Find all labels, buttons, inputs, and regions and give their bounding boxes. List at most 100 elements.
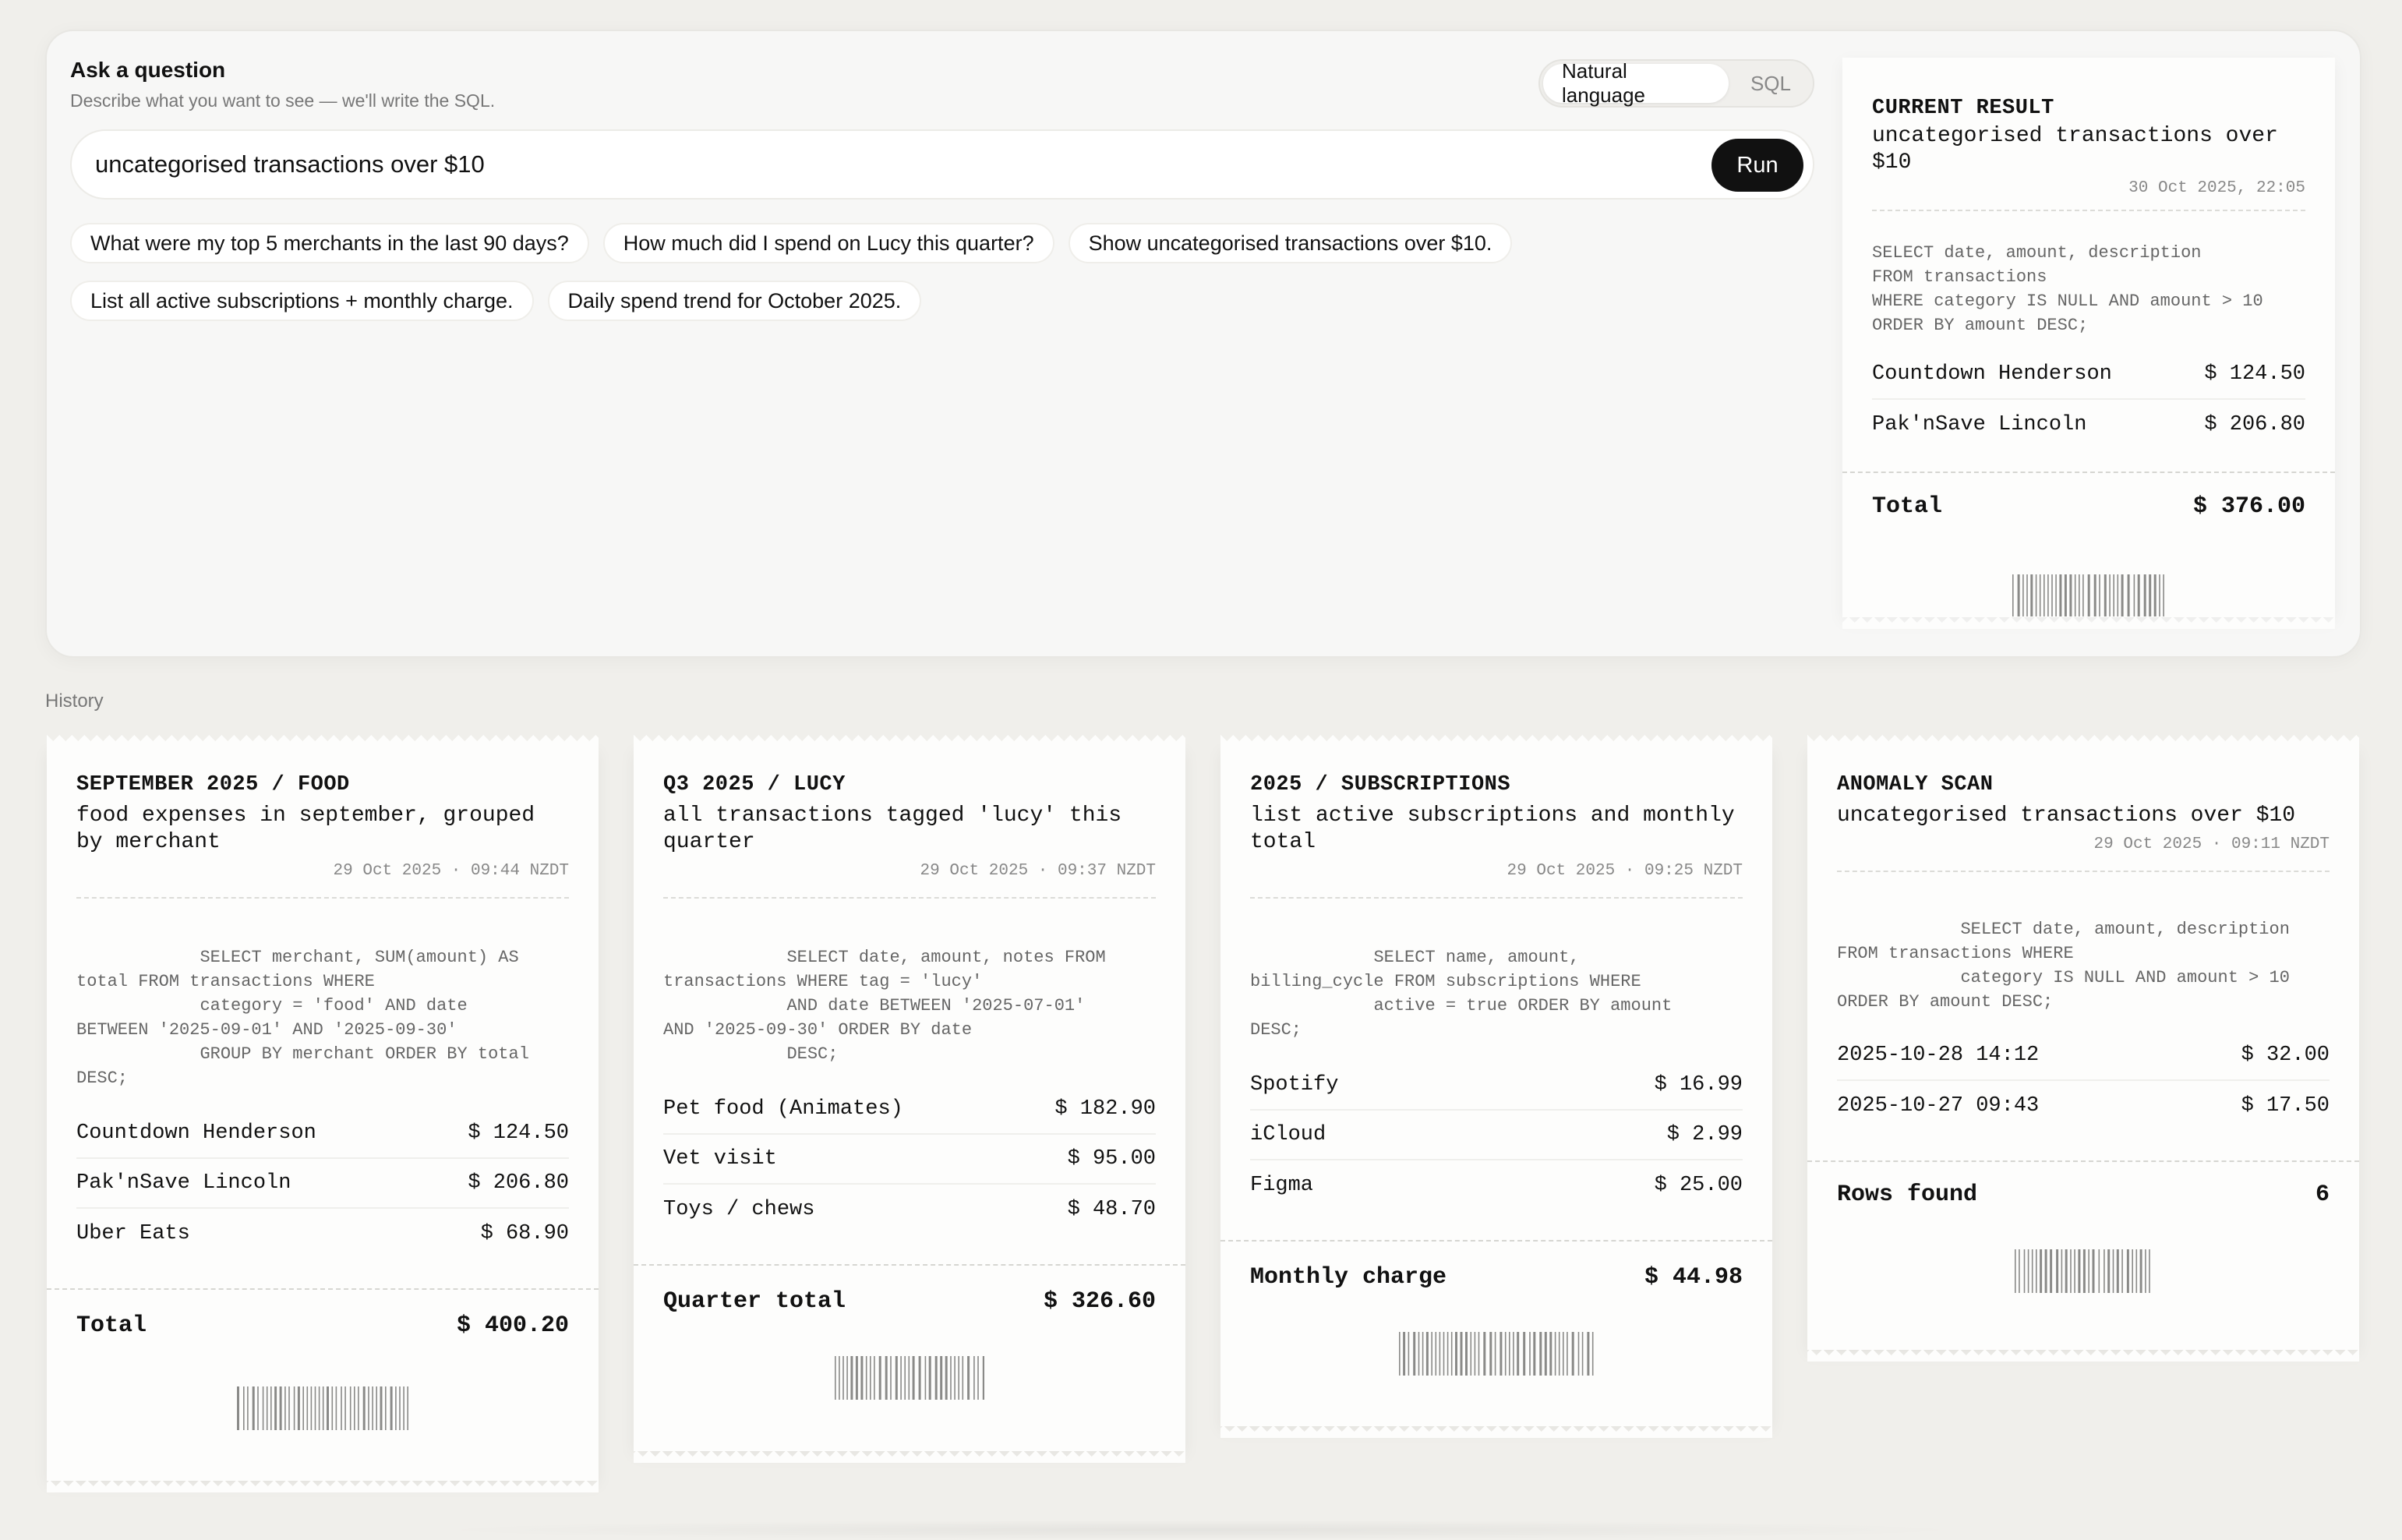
receipt-rows: Countdown Henderson $ 124.50 Pak'nSave L… xyxy=(76,1109,569,1259)
receipt-total: Quarter total $ 326.60 xyxy=(634,1266,1185,1337)
row-label: Uber Eats xyxy=(76,1222,190,1245)
receipt-rows: 2025-10-28 14:12 $ 32.00 2025-10-27 09:4… xyxy=(1837,1031,2330,1131)
receipt-rows: Spotify $ 16.99 iCloud $ 2.99 Figma $ 25… xyxy=(1250,1061,1743,1210)
row-amount: $ 206.80 xyxy=(2204,413,2305,436)
row-amount: $ 25.00 xyxy=(1654,1174,1743,1197)
row-amount: $ 95.00 xyxy=(1067,1147,1156,1171)
total-value: $ 44.98 xyxy=(1644,1264,1743,1291)
total-value: 6 xyxy=(2315,1181,2330,1208)
receipt-row: Countdown Henderson $ 124.50 xyxy=(1872,350,2305,400)
row-label: Countdown Henderson xyxy=(76,1121,316,1145)
row-amount: $ 206.80 xyxy=(468,1171,569,1195)
receipt-row: Countdown Henderson $ 124.50 xyxy=(76,1109,569,1159)
receipt-sql: SELECT date, amount, notes FROM transact… xyxy=(663,948,1106,1064)
row-amount: $ 17.50 xyxy=(2241,1094,2330,1118)
row-amount: $ 32.00 xyxy=(2241,1044,2330,1067)
receipt-row: 2025-10-27 09:43 $ 17.50 xyxy=(1837,1081,2330,1131)
receipt-row: Pet food (Animates) $ 182.90 xyxy=(663,1085,1156,1135)
suggestion-chip[interactable]: Daily spend trend for October 2025. xyxy=(547,281,922,321)
history-receipt[interactable]: 2025 / SUBSCRIPTIONS list active subscri… xyxy=(1220,735,1772,1426)
total-value: $ 400.20 xyxy=(456,1312,569,1339)
row-label: Countdown Henderson xyxy=(1872,362,2112,386)
receipt-rows: Pet food (Animates) $ 182.90 Vet visit $… xyxy=(663,1085,1156,1234)
page-shadow xyxy=(421,1520,1980,1540)
barcode-icon xyxy=(1807,1249,2359,1293)
receipt-title: uncategorised transactions over $10 xyxy=(1872,124,2278,175)
row-label: 2025-10-28 14:12 xyxy=(1837,1044,2040,1067)
receipt-title: uncategorised transactions over $10 xyxy=(1837,804,2296,828)
total-label: Total xyxy=(76,1312,147,1339)
receipt-row: Uber Eats $ 68.90 xyxy=(76,1209,569,1259)
row-label: 2025-10-27 09:43 xyxy=(1837,1094,2040,1118)
receipt-total: Monthly charge $ 44.98 xyxy=(1220,1242,1772,1313)
receipt-rows: Countdown Henderson $ 124.50 Pak'nSave L… xyxy=(1872,350,2305,450)
receipt-title: food expenses in september, grouped by m… xyxy=(76,804,535,854)
barcode-icon xyxy=(634,1356,1185,1400)
row-label: Toys / chews xyxy=(663,1198,815,1221)
barcode-icon xyxy=(47,1386,599,1430)
receipt-total: Total $ 376.00 xyxy=(1842,473,2335,540)
receipt-row: Vet visit $ 95.00 xyxy=(663,1135,1156,1185)
row-label: Pak'nSave Lincoln xyxy=(76,1171,291,1195)
row-label: Pet food (Animates) xyxy=(663,1097,903,1121)
suggestion-chip[interactable]: Show uncategorised transactions over $10… xyxy=(1068,223,1513,263)
history-receipt[interactable]: SEPTEMBER 2025 / FOOD food expenses in s… xyxy=(47,735,599,1481)
barcode-icon xyxy=(1842,574,2335,616)
row-amount: $ 48.70 xyxy=(1067,1198,1156,1221)
total-value: $ 326.60 xyxy=(1043,1288,1156,1315)
query-input[interactable]: uncategorised transactions over $10 Run xyxy=(70,129,1814,200)
receipt-kicker: CURRENT RESULT xyxy=(1872,97,2054,120)
receipt-timestamp: 30 Oct 2025, 22:05 xyxy=(2128,179,2305,197)
receipt-divider xyxy=(76,897,569,899)
run-button[interactable]: Run xyxy=(1711,139,1803,192)
total-value: $ 376.00 xyxy=(2192,493,2305,520)
history-label: History xyxy=(45,691,104,712)
row-amount: $ 16.99 xyxy=(1654,1073,1743,1097)
suggestion-chip[interactable]: What were my top 5 merchants in the last… xyxy=(70,223,589,263)
receipt-row: Spotify $ 16.99 xyxy=(1250,1061,1743,1111)
receipt-sql: SELECT merchant, SUM(amount) AS total FR… xyxy=(76,948,529,1088)
suggestion-chip[interactable]: List all active subscriptions + monthly … xyxy=(70,281,534,321)
total-label: Monthly charge xyxy=(1250,1264,1447,1291)
receipt-divider xyxy=(663,897,1156,899)
row-label: Spotify xyxy=(1250,1073,1339,1097)
row-label: iCloud xyxy=(1250,1123,1326,1146)
mode-sql[interactable]: SQL xyxy=(1732,64,1810,103)
row-amount: $ 182.90 xyxy=(1054,1097,1156,1121)
receipt-sql: SELECT date, amount, description FROM tr… xyxy=(1837,920,2290,1012)
receipt-row: Figma $ 25.00 xyxy=(1250,1160,1743,1210)
receipt-sql: SELECT date, amount, description FROM tr… xyxy=(1872,243,2263,335)
receipt-timestamp: 29 Oct 2025 · 09:37 NZDT xyxy=(920,862,1156,880)
receipt-row: 2025-10-28 14:12 $ 32.00 xyxy=(1837,1031,2330,1081)
receipt-total: Total $ 400.20 xyxy=(47,1290,599,1362)
barcode-icon xyxy=(1220,1332,1772,1376)
receipt-timestamp: 29 Oct 2025 · 09:44 NZDT xyxy=(333,862,569,880)
receipt-sql: SELECT name, amount, billing_cycle FROM … xyxy=(1250,948,1673,1040)
total-label: Quarter total xyxy=(663,1288,846,1315)
suggestion-chips: What were my top 5 merchants in the last… xyxy=(70,223,1816,338)
receipt-kicker: Q3 2025 / LUCY xyxy=(663,773,846,796)
ask-subtitle: Describe what you want to see — we'll wr… xyxy=(70,90,496,111)
row-amount: $ 124.50 xyxy=(2204,362,2305,386)
receipt-row: Pak'nSave Lincoln $ 206.80 xyxy=(76,1159,569,1209)
mode-natural-language[interactable]: Natural language xyxy=(1543,59,1729,107)
receipt-divider xyxy=(1872,210,2305,211)
history-receipt[interactable]: ANOMALY SCAN uncategorised transactions … xyxy=(1807,735,2359,1350)
history-receipt[interactable]: Q3 2025 / LUCY all transactions tagged '… xyxy=(634,735,1185,1451)
suggestion-chip[interactable]: How much did I spend on Lucy this quarte… xyxy=(602,223,1054,263)
receipt-title: all transactions tagged 'lucy' this quar… xyxy=(663,804,1122,854)
receipt-total: Rows found 6 xyxy=(1807,1162,2359,1227)
row-amount: $ 68.90 xyxy=(480,1222,569,1245)
receipt-timestamp: 29 Oct 2025 · 09:11 NZDT xyxy=(2093,835,2330,853)
mode-toggle: Natural language SQL xyxy=(1538,59,1814,108)
current-result-receipt: CURRENT RESULT uncategorised transaction… xyxy=(1842,58,2335,617)
row-label: Pak'nSave Lincoln xyxy=(1872,413,2087,436)
row-label: Vet visit xyxy=(663,1147,777,1171)
receipt-divider xyxy=(1837,871,2330,872)
row-label: Figma xyxy=(1250,1174,1314,1197)
ask-title: Ask a question xyxy=(70,58,226,82)
receipt-row: iCloud $ 2.99 xyxy=(1250,1111,1743,1160)
receipt-kicker: ANOMALY SCAN xyxy=(1837,773,1994,796)
query-text: uncategorised transactions over $10 xyxy=(95,150,485,178)
total-label: Rows found xyxy=(1837,1181,1978,1208)
